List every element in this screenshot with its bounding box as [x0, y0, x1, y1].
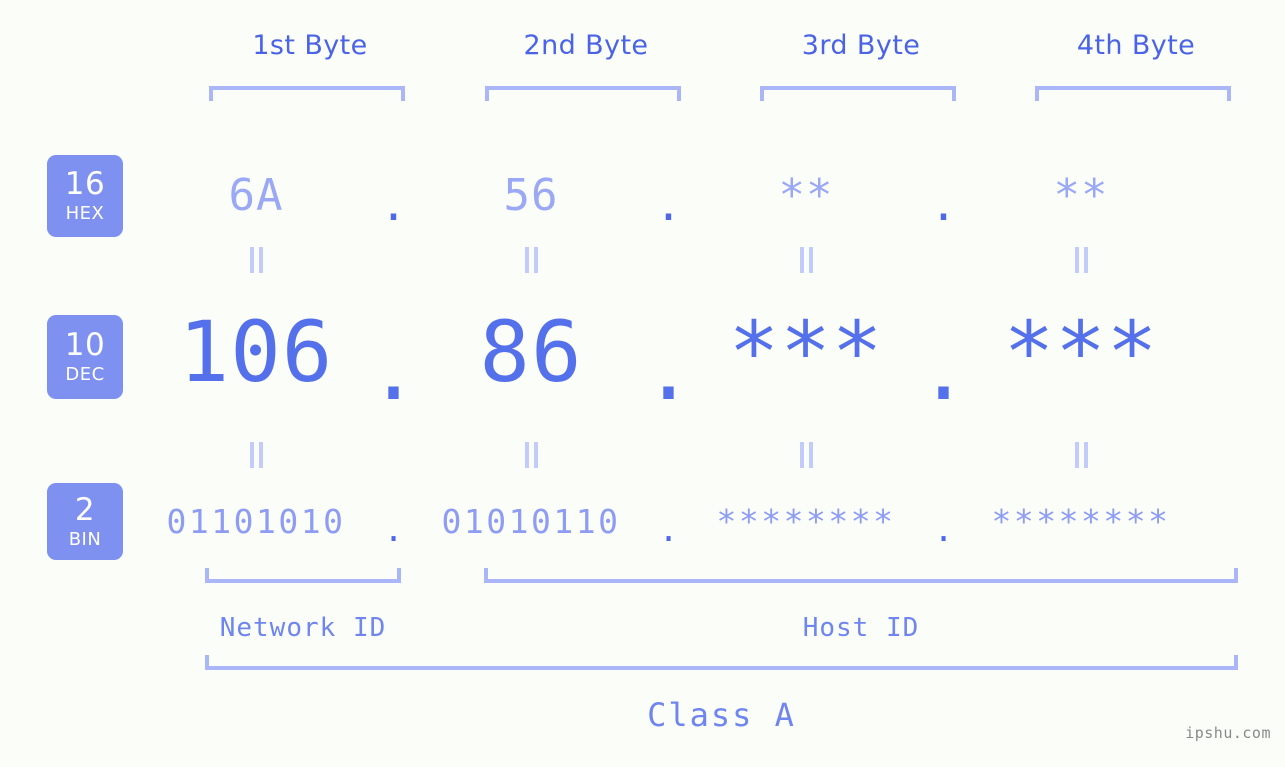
base-badge-dec-number: 10 — [64, 327, 106, 363]
equals-dec-bin-1 — [150, 442, 362, 468]
bin-separator-3: . — [933, 510, 954, 550]
byte-header-3: 3rd Byte — [801, 30, 921, 61]
hex-byte-2: 56 — [503, 169, 559, 221]
byte-header-4: 4th Byte — [1076, 30, 1196, 61]
dec-separator-3: . — [918, 320, 969, 419]
bin-byte-2: 01010110 — [441, 501, 621, 541]
equals-connector-row-top — [150, 247, 1255, 273]
dec-separator-2: . — [643, 320, 694, 419]
byte-bracket-top-3 — [760, 86, 956, 101]
equals-connector-row-bottom — [150, 442, 1255, 468]
base-badge-hex-number: 16 — [64, 166, 106, 202]
equals-rotated-icon — [799, 247, 813, 273]
base-badge-hex: 16 HEX — [47, 155, 123, 237]
hex-byte-1: 6A — [228, 169, 284, 221]
host-id-bracket — [484, 568, 1238, 583]
equals-hex-dec-4 — [975, 247, 1187, 273]
equals-rotated-icon — [249, 247, 263, 273]
base-badge-dec: 10 DEC — [47, 315, 123, 399]
hex-separator-3: . — [930, 179, 957, 231]
equals-rotated-icon — [1074, 247, 1088, 273]
hex-row: 6A . 56 . ** . ** — [150, 155, 1255, 235]
dec-byte-1: 106 — [178, 303, 334, 401]
byte-header-1: 1st Byte — [252, 30, 368, 61]
base-badge-bin-name: BIN — [68, 528, 102, 550]
bin-separator-1: . — [383, 510, 404, 550]
equals-rotated-icon — [799, 442, 813, 468]
equals-rotated-icon — [249, 442, 263, 468]
equals-rotated-icon — [524, 247, 538, 273]
byte-header-2: 2nd Byte — [523, 30, 649, 61]
site-watermark: ipshu.com — [1185, 724, 1271, 742]
base-badge-bin-number: 2 — [74, 491, 96, 528]
equals-rotated-icon — [524, 442, 538, 468]
equals-hex-dec-1 — [150, 247, 362, 273]
byte-bracket-top-1 — [209, 86, 405, 101]
network-id-label: Network ID — [219, 613, 387, 643]
network-id-bracket — [205, 568, 401, 583]
equals-rotated-icon — [1074, 442, 1088, 468]
bin-row: 01101010 . 01010110 . ******** . *******… — [150, 490, 1255, 552]
byte-bracket-top-4 — [1035, 86, 1231, 101]
dec-byte-2: 86 — [479, 303, 583, 401]
dec-byte-3: *** — [728, 303, 884, 401]
hex-byte-4: ** — [1053, 169, 1109, 221]
dec-row: 106 . 86 . *** . *** — [150, 297, 1255, 419]
equals-dec-bin-4 — [975, 442, 1187, 468]
base-badge-dec-name: DEC — [65, 364, 105, 385]
class-label: Class A — [647, 696, 796, 734]
bin-byte-3: ******** — [716, 501, 896, 541]
equals-dec-bin-2 — [425, 442, 637, 468]
equals-dec-bin-3 — [700, 442, 912, 468]
equals-hex-dec-2 — [425, 247, 637, 273]
hex-separator-2: . — [655, 179, 682, 231]
base-badge-hex-name: HEX — [65, 203, 105, 224]
hex-separator-1: . — [380, 179, 407, 231]
class-bracket — [205, 655, 1238, 670]
equals-hex-dec-3 — [700, 247, 912, 273]
bin-separator-2: . — [658, 510, 679, 550]
ip-address-breakdown-diagram: 1st Byte 2nd Byte 3rd Byte 4th Byte 16 H… — [0, 0, 1285, 767]
bin-byte-4: ******** — [991, 501, 1171, 541]
byte-bracket-top-2 — [485, 86, 681, 101]
bin-byte-1: 01101010 — [166, 501, 346, 541]
host-id-label: Host ID — [802, 613, 920, 643]
hex-byte-3: ** — [778, 169, 834, 221]
dec-byte-4: *** — [1003, 303, 1159, 401]
base-badge-bin: 2 BIN — [47, 483, 123, 560]
dec-separator-1: . — [368, 320, 419, 419]
